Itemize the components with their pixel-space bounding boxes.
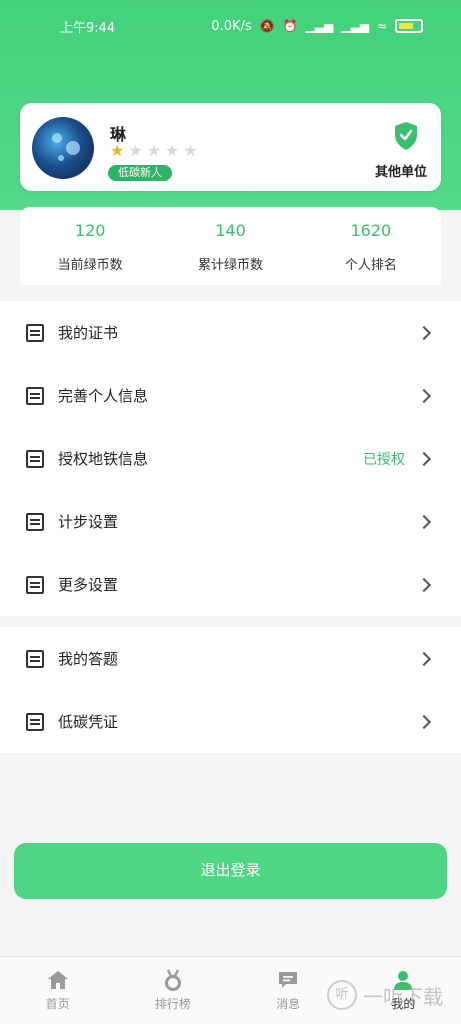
watermark: 听 一听下载 [327,980,443,1010]
stat-value: 1620 [350,221,392,240]
chevron-right-icon [416,325,432,340]
star-empty-icon: ★ [183,141,198,160]
stat-label: 个人排名 [344,258,397,273]
profile-card[interactable]: 琳 ★ ★ ★ ★ ★ 低碳新人 其他单位 [20,103,441,191]
watermark-text: 一听下载 [363,984,443,1009]
org-label[interactable]: 其他单位 [375,161,427,180]
tab-label: 排行榜 [154,997,191,1011]
document-icon [26,512,44,531]
document-icon [26,712,44,731]
level-badge: 低碳新人 [108,165,172,181]
avatar[interactable] [32,117,94,179]
chevron-right-icon [416,714,432,729]
star-empty-icon: ★ [165,141,180,160]
wifi-icon: ≈ [376,19,387,33]
stat-current-coins[interactable]: 120 当前绿币数 [20,207,160,285]
rating-stars: ★ ★ ★ ★ ★ [110,143,198,159]
menu-item-label: 更多设置 [58,576,119,594]
status-bar: 上午9:44 0.0K/s 🔕 ⏰ ▁▃▅ ▁▃▅ ≈ [0,0,461,52]
auth-status: 已授权 [363,451,405,468]
menu-group-main: 我的证书 完善个人信息 授权地铁信息 已授权 计步设置 更多设置 [0,301,461,616]
menu-item-label: 授权地铁信息 [58,450,149,468]
menu-item-label: 我的证书 [58,324,119,342]
menu-group-secondary: 我的答题 低碳凭证 [0,627,461,753]
tab-label: 首页 [45,997,70,1011]
menu-item-label: 计步设置 [58,513,119,531]
signal-icon: ▁▃▅ [305,19,334,33]
menu-item-label: 低碳凭证 [58,713,119,731]
medal-icon [164,969,181,991]
stats-card: 120 当前绿币数 140 累计绿币数 1620 个人排名 [20,207,441,285]
chevron-right-icon [416,577,432,592]
alarm-icon: ⏰ [282,19,298,33]
status-icons: 0.0K/s 🔕 ⏰ ▁▃▅ ▁▃▅ ≈ [211,19,423,34]
star-empty-icon: ★ [128,141,143,160]
menu-item-metro-auth[interactable]: 授权地铁信息 已授权 [0,427,461,490]
tab-label: 消息 [276,997,301,1011]
star-empty-icon: ★ [146,141,162,160]
document-icon [26,449,44,468]
home-icon [47,971,68,989]
menu-item-more-settings[interactable]: 更多设置 [0,553,461,616]
menu-item-label: 我的答题 [58,650,119,668]
mute-icon: 🔕 [259,19,275,33]
stat-label: 当前绿币数 [57,258,123,273]
net-speed: 0.0K/s [211,18,252,34]
shield-check-icon[interactable] [393,121,419,151]
chevron-right-icon [416,388,432,403]
menu-item-profile-info[interactable]: 完善个人信息 [0,364,461,427]
stat-label: 累计绿币数 [197,258,263,273]
tab-home[interactable]: 首页 [0,957,115,1024]
menu-item-certificate[interactable]: 我的证书 [0,301,461,364]
logout-button[interactable]: 退出登录 [14,843,447,899]
stat-value: 120 [74,221,106,240]
menu-item-my-answers[interactable]: 我的答题 [0,627,461,690]
watermark-logo: 听 [327,980,357,1010]
stat-ranking[interactable]: 1620 个人排名 [301,207,441,285]
stat-value: 140 [215,221,246,240]
document-icon [26,575,44,594]
battery-icon [395,19,423,33]
stat-total-coins[interactable]: 140 累计绿币数 [160,207,300,285]
document-icon [26,386,44,405]
chevron-right-icon [416,651,432,666]
signal-icon: ▁▃▅ [341,19,369,33]
star-filled-icon: ★ [110,141,125,160]
menu-item-step-settings[interactable]: 计步设置 [0,490,461,553]
message-icon [279,972,298,988]
status-time: 上午9:44 [60,20,116,36]
document-icon [26,649,44,668]
document-icon [26,323,44,342]
chevron-right-icon [416,451,432,466]
menu-item-label: 完善个人信息 [58,387,149,405]
menu-item-carbon-voucher[interactable]: 低碳凭证 [0,690,461,753]
tab-ranking[interactable]: 排行榜 [115,957,230,1024]
chevron-right-icon [416,514,432,529]
